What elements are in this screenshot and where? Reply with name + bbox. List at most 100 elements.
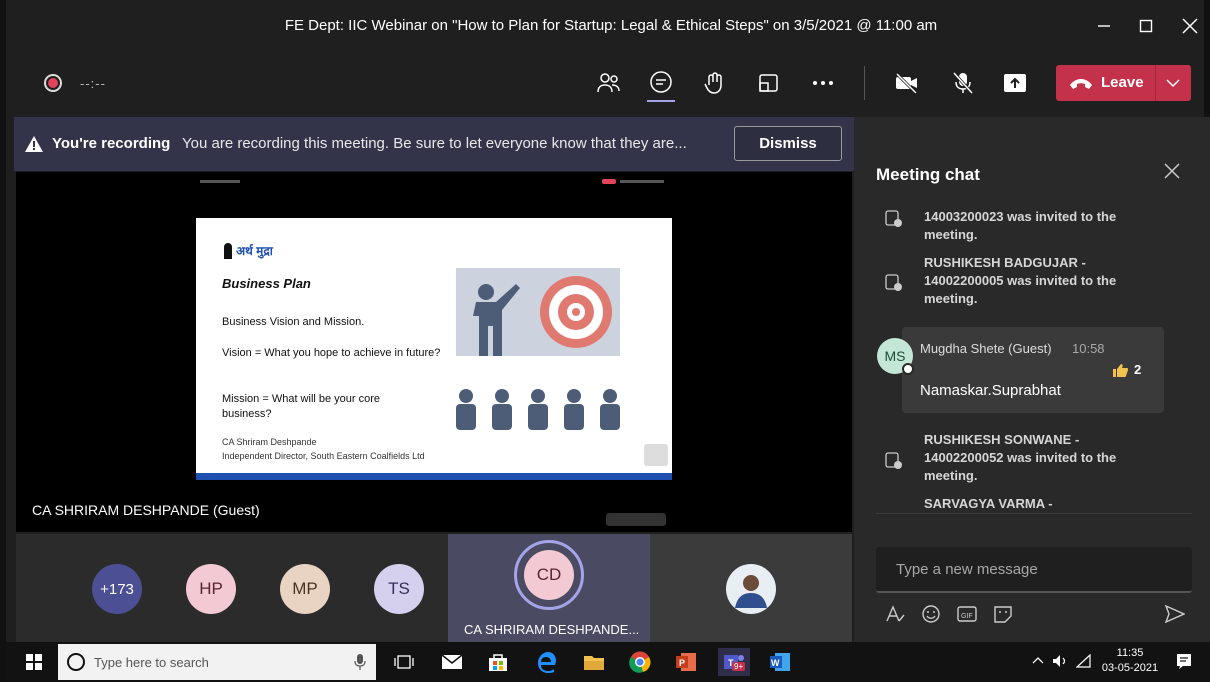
gif-button[interactable]: GIF [956,603,978,625]
chat-button[interactable] [644,67,678,102]
presence-status-icon [902,363,914,375]
taskbar-teams[interactable]: T 9+ [718,648,750,676]
start-button[interactable] [20,648,48,676]
close-window-button[interactable] [1170,12,1210,40]
folder-icon [584,656,604,670]
share-screen-button[interactable] [998,67,1032,99]
sticker-button[interactable] [992,603,1014,625]
dismiss-button[interactable]: Dismiss [734,126,842,161]
participant-avatar[interactable]: TS [374,564,424,614]
taskbar-store[interactable] [484,648,512,676]
tray-chevron-up-icon[interactable] [1032,656,1044,664]
format-button[interactable] [884,603,906,625]
participant-avatar[interactable]: HP [186,564,236,614]
more-participants-button[interactable]: +173 [92,564,142,614]
leave-label: Leave [1101,74,1144,91]
meeting-timer: --:-- [80,76,106,91]
shared-phone-screen: अर्थ मुद्रा Business Plan Business Visio… [196,178,672,518]
search-placeholder: Type here to search [94,655,209,670]
speaker-name: CA SHRIRAM DESHPANDE (Guest) [32,502,260,518]
sticker-icon [994,606,1012,623]
task-view-icon [394,655,414,669]
taskbar-chrome[interactable] [626,648,654,676]
screen-share-controls[interactable] [606,513,666,526]
mail-icon [441,654,463,669]
camera-toggle-button[interactable] [890,67,924,99]
taskbar-word[interactable]: W [766,648,794,676]
participants-icon [597,73,620,93]
recording-message: You are recording this meeting. Be sure … [182,135,687,152]
clock-date: 03-05-2021 [1101,662,1159,674]
add-participant-icon [885,452,902,469]
hang-up-icon [1070,79,1092,89]
slide-author-role: Independent Director, South Eastern Coal… [222,451,425,461]
phone-status-bar [196,178,672,188]
system-message: RUSHIKESH SONWANE - 14002200052 was invi… [924,432,1117,483]
presentation-illustration [456,268,620,430]
add-participant-icon [885,210,902,227]
participant-avatar: CD [524,550,574,600]
window-title: FE Dept: IIC Webinar on "How to Plan for… [284,17,938,34]
notifications-icon[interactable] [1176,653,1192,669]
taskbar-edge[interactable] [532,648,560,676]
toolbar-divider [864,66,865,100]
participant-tile-label: CA SHRIRAM DESHPANDE... [464,622,640,637]
reaction-count: 2 [1134,362,1142,377]
system-message: RUSHIKESH BADGUJAR - 14002200005 was inv… [924,255,1117,306]
chat-icon [650,71,672,93]
emoji-icon [922,605,940,623]
gif-icon: GIF [957,606,977,622]
chat-message-bubble[interactable]: Mugdha Shete (Guest) 10:58 Namaskar.Supr… [902,327,1164,413]
clock-time: 11:35 [1116,647,1144,659]
teams-notification-badge: 9+ [732,662,746,671]
recording-label: You're recording [52,135,171,152]
taskbar-search[interactable]: Type here to search [58,644,376,680]
slide-line: Business Vision and Mission. [222,316,365,328]
title-bar: FE Dept: IIC Webinar on "How to Plan for… [6,0,1204,52]
participant-video-tile[interactable] [650,534,852,642]
speaker-icon[interactable] [1052,654,1068,668]
wifi-icon[interactable] [1076,654,1092,668]
reaction-badge[interactable]: 2 [1112,362,1141,377]
more-actions-button[interactable] [806,67,840,99]
knight-logo-icon [224,242,232,259]
send-icon [1165,605,1185,623]
microphone-icon[interactable] [354,654,366,670]
emoji-button[interactable] [920,603,942,625]
participant-photo [726,564,776,614]
svg-text:GIF: GIF [961,613,973,620]
mic-toggle-button[interactable] [946,67,980,99]
mic-off-icon [952,71,974,95]
active-speaker-tile[interactable]: CD CA SHRIRAM DESHPANDE... [448,534,650,642]
chrome-icon [629,651,651,673]
svg-text:W: W [771,658,780,668]
taskbar-powerpoint[interactable]: P [672,648,700,676]
minimize-button[interactable] [1084,12,1124,40]
taskbar-file-explorer[interactable] [580,648,608,676]
presentation-slide: अर्थ मुद्रा Business Plan Business Visio… [196,218,672,480]
compose-box[interactable]: Type a new message [876,547,1192,593]
chevron-down-icon[interactable] [1166,78,1180,88]
slide-footer-bar [196,473,672,480]
taskbar-mail[interactable] [438,648,466,676]
message-author: Mugdha Shete (Guest) [920,341,1052,356]
participants-button[interactable] [592,67,626,99]
leave-button[interactable]: Leave [1056,65,1191,101]
maximize-button[interactable] [1126,12,1166,40]
windows-logo-icon [26,654,42,670]
camera-off-icon [895,72,918,94]
close-chat-icon[interactable] [1164,163,1180,179]
chat-active-indicator [647,100,675,102]
thumbs-up-icon [1113,363,1128,377]
participant-avatar[interactable]: MP [280,564,330,614]
search-icon [67,653,85,671]
task-view-button[interactable] [390,648,418,676]
raise-hand-button[interactable] [698,67,732,99]
add-participant-icon [885,274,902,291]
chat-title: Meeting chat [876,165,980,184]
breakout-rooms-button[interactable] [752,67,786,99]
taskbar-clock[interactable]: 11:35 03-05-2021 [1100,646,1160,676]
send-button[interactable] [1164,603,1186,625]
slide-line: Mission = What will be your core busines… [222,393,381,420]
chat-divider [876,513,1192,514]
